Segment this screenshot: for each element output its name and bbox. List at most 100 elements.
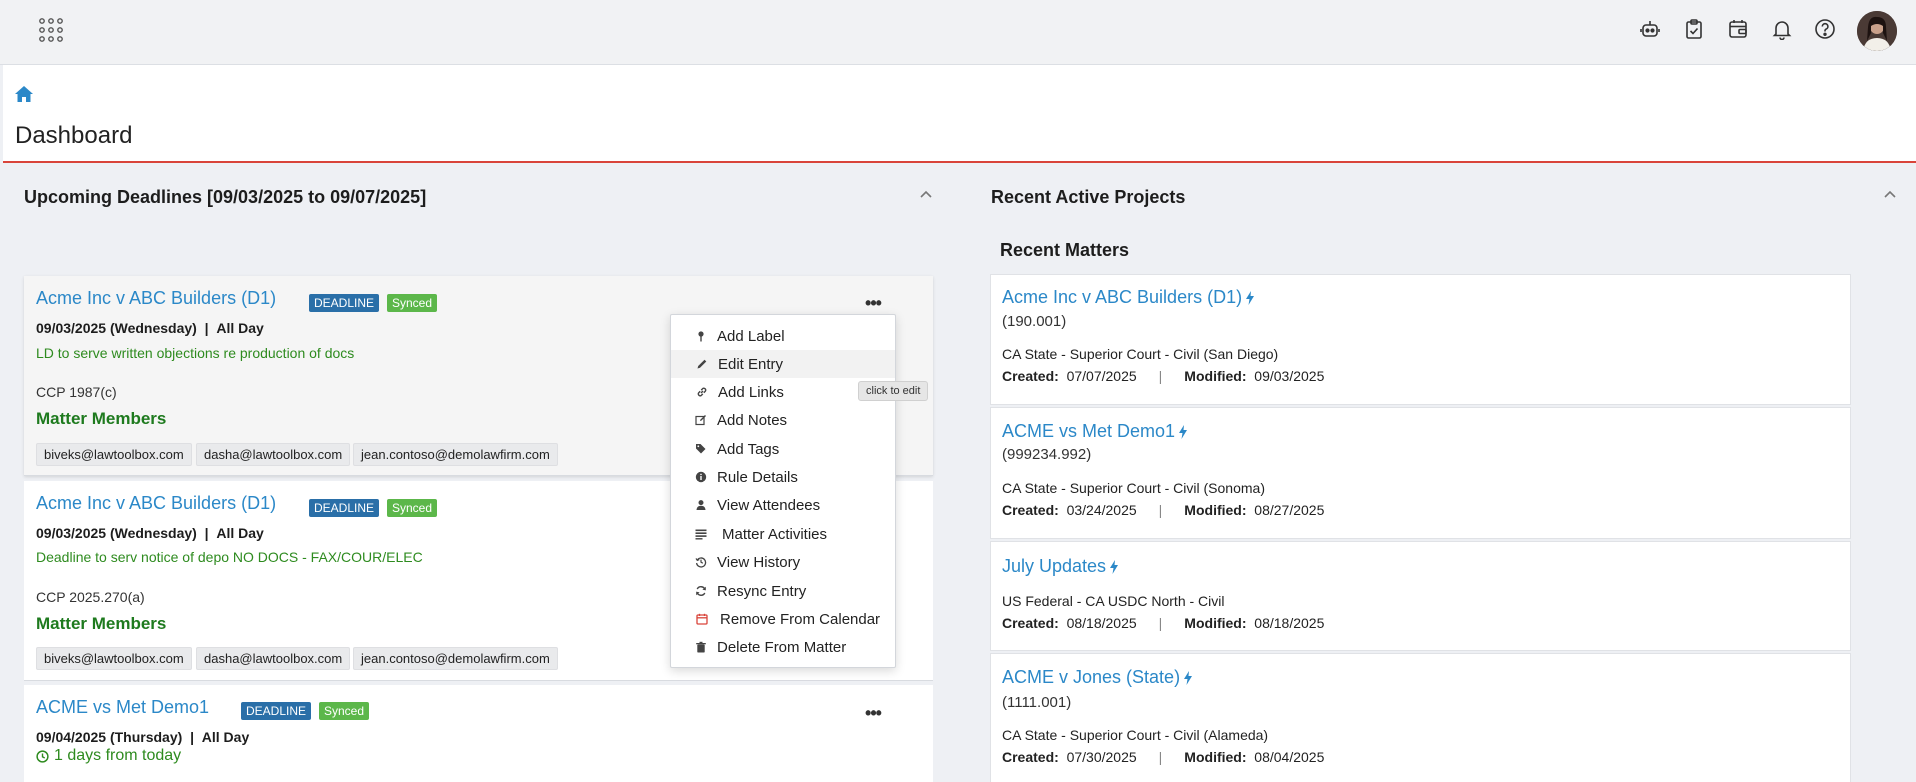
deadline-badge: DEADLINE [309, 499, 380, 517]
matter-card: ACME v Jones (State) (1111.001) CA State… [990, 653, 1851, 782]
deadline-date: 09/03/2025 (Wednesday) | All Day [36, 320, 264, 336]
deadline-rule: CCP 1987(c) [36, 384, 117, 400]
menu-item-view-history[interactable]: View History [671, 548, 895, 576]
deadline-date-text: 09/03/2025 (Wednesday) [36, 525, 197, 541]
matter-court: US Federal - CA USDC North - Civil [1002, 593, 1225, 609]
matter-number: (190.001) [1002, 313, 1067, 330]
tooltip: click to edit [858, 381, 929, 401]
page-header: Dashboard [3, 65, 1916, 163]
projects-panel-title: Recent Active Projects [991, 187, 1186, 207]
history-icon [694, 555, 708, 569]
recent-matters-title: Recent Matters [1000, 240, 1130, 260]
more-options-button[interactable]: ••• [861, 703, 885, 723]
dates-separator: | [1158, 749, 1163, 765]
deadline-rule: CCP 2025.270(a) [36, 589, 145, 605]
lightning-icon [1246, 290, 1255, 305]
modified-date: 09/03/2025 [1254, 368, 1325, 384]
days-from-today: 1 days from today [36, 747, 181, 765]
matter-dates: Created: 08/18/2025 | Modified: 08/18/2025 [1002, 615, 1324, 631]
clipboard-check-icon[interactable] [1680, 15, 1708, 43]
modified-date: 08/27/2025 [1254, 502, 1325, 518]
deadline-date: 09/04/2025 (Thursday) | All Day [36, 729, 249, 745]
menu-item-remove-from-calendar[interactable]: Remove From Calendar [671, 605, 895, 633]
menu-item-label: Add Notes [717, 411, 788, 429]
synced-badge: Synced [319, 702, 370, 720]
matter-members-label: Matter Members [36, 409, 167, 428]
deadline-matter-link[interactable]: Acme Inc v ABC Builders (D1) [36, 493, 276, 514]
created-label: Created: [1002, 368, 1059, 384]
clock-icon [36, 749, 49, 763]
matter-card: July Updates US Federal - CA USDC North … [990, 541, 1851, 651]
collapse-deadlines-chevron-up-icon[interactable] [919, 186, 937, 200]
member-chip: biveks@lawtoolbox.com [36, 443, 192, 466]
menu-item-delete-from-matter[interactable]: Delete From Matter [671, 633, 895, 661]
matter-dates: Created: 07/30/2025 | Modified: 08/04/2025 [1002, 749, 1324, 765]
member-chip: jean.contoso@demolawfirm.com [353, 443, 558, 466]
matter-link[interactable]: ACME v Jones (State) [1002, 667, 1193, 688]
deadline-badge: DEADLINE [241, 702, 312, 720]
page-title: Dashboard [15, 122, 133, 149]
menu-item-label: Edit Entry [718, 355, 784, 373]
menu-item-view-attendees[interactable]: View Attendees [671, 491, 895, 519]
matter-members-label: Matter Members [36, 614, 167, 633]
home-icon[interactable] [14, 85, 34, 103]
menu-item-label: View History [717, 553, 801, 571]
calendar-remove-icon [695, 612, 709, 626]
matter-link[interactable]: ACME vs Met Demo1 [1002, 421, 1188, 442]
matter-number: (1111.001) [1002, 694, 1072, 711]
menu-item-add-label[interactable]: Add Label [671, 322, 895, 350]
menu-item-label: Add Label [717, 327, 785, 345]
modified-date: 08/18/2025 [1254, 615, 1325, 631]
matter-court: CA State - Superior Court - Civil (Sonom… [1002, 480, 1265, 496]
deadline-badge: DEADLINE [309, 294, 380, 312]
date-separator: | [190, 729, 194, 745]
created-date: 07/30/2025 [1066, 749, 1137, 765]
app-grid-icon[interactable] [38, 17, 64, 43]
matter-dates: Created: 03/24/2025 | Modified: 08/27/2025 [1002, 502, 1324, 518]
matter-name: ACME v Jones (State) [1002, 667, 1181, 687]
deadline-card: ACME vs Met Demo1 DEADLINE Synced ••• 09… [24, 685, 933, 782]
menu-item-add-tags[interactable]: Add Tags [671, 435, 895, 463]
help-icon[interactable] [1811, 15, 1839, 43]
menu-item-label: Add Links [718, 383, 784, 401]
menu-item-add-notes[interactable]: Add Notes [671, 406, 895, 434]
menu-item-edit-entry[interactable]: Edit Entry [671, 350, 895, 378]
dates-separator: | [1158, 615, 1163, 631]
deadline-description: LD to serve written objections re produc… [36, 345, 355, 361]
synced-badge: Synced [387, 294, 438, 312]
matter-number: (999234.992) [1002, 446, 1092, 463]
menu-item-matter-activities[interactable]: Matter Activities [671, 520, 895, 548]
tags-icon [694, 442, 708, 456]
menu-item-resync-entry[interactable]: Resync Entry [671, 577, 895, 605]
deadline-matter-link[interactable]: Acme Inc v ABC Builders (D1) [36, 288, 276, 309]
menu-item-rule-details[interactable]: Rule Details [671, 463, 895, 491]
bell-icon[interactable] [1768, 15, 1796, 43]
context-menu: Add Label Edit Entry Add Links Add Notes… [670, 314, 896, 668]
member-chip: jean.contoso@demolawfirm.com [353, 647, 558, 670]
deadlines-panel-title: Upcoming Deadlines [09/03/2025 to 09/07/… [24, 187, 427, 207]
matter-link[interactable]: Acme Inc v ABC Builders (D1) [1002, 287, 1255, 308]
user-avatar[interactable] [1857, 11, 1897, 51]
dates-separator: | [1158, 502, 1163, 518]
member-chip: dasha@lawtoolbox.com [196, 443, 351, 466]
created-label: Created: [1002, 749, 1059, 765]
refresh-icon [694, 584, 708, 598]
menu-item-label: Resync Entry [717, 582, 807, 600]
deadline-matter-link[interactable]: ACME vs Met Demo1 [36, 697, 209, 718]
menu-item-label: Delete From Matter [717, 638, 847, 656]
matter-link[interactable]: July Updates [1002, 556, 1119, 577]
menu-item-label: View Attendees [717, 496, 821, 514]
modified-label: Modified: [1184, 615, 1247, 631]
robot-icon[interactable] [1636, 15, 1664, 43]
more-options-button[interactable]: ••• [861, 293, 885, 313]
calendar-wallet-icon[interactable] [1724, 15, 1752, 43]
top-bar [0, 0, 1916, 65]
matter-card: ACME vs Met Demo1 (999234.992) CA State … [990, 407, 1851, 539]
menu-item-label: Remove From Calendar [720, 610, 881, 628]
deadline-time: All Day [216, 320, 264, 336]
deadline-date: 09/03/2025 (Wednesday) | All Day [36, 525, 264, 541]
matter-name: Acme Inc v ABC Builders (D1) [1002, 287, 1243, 307]
collapse-projects-chevron-up-icon[interactable] [1883, 186, 1901, 200]
pin-icon [694, 329, 708, 343]
dates-separator: | [1158, 368, 1163, 384]
